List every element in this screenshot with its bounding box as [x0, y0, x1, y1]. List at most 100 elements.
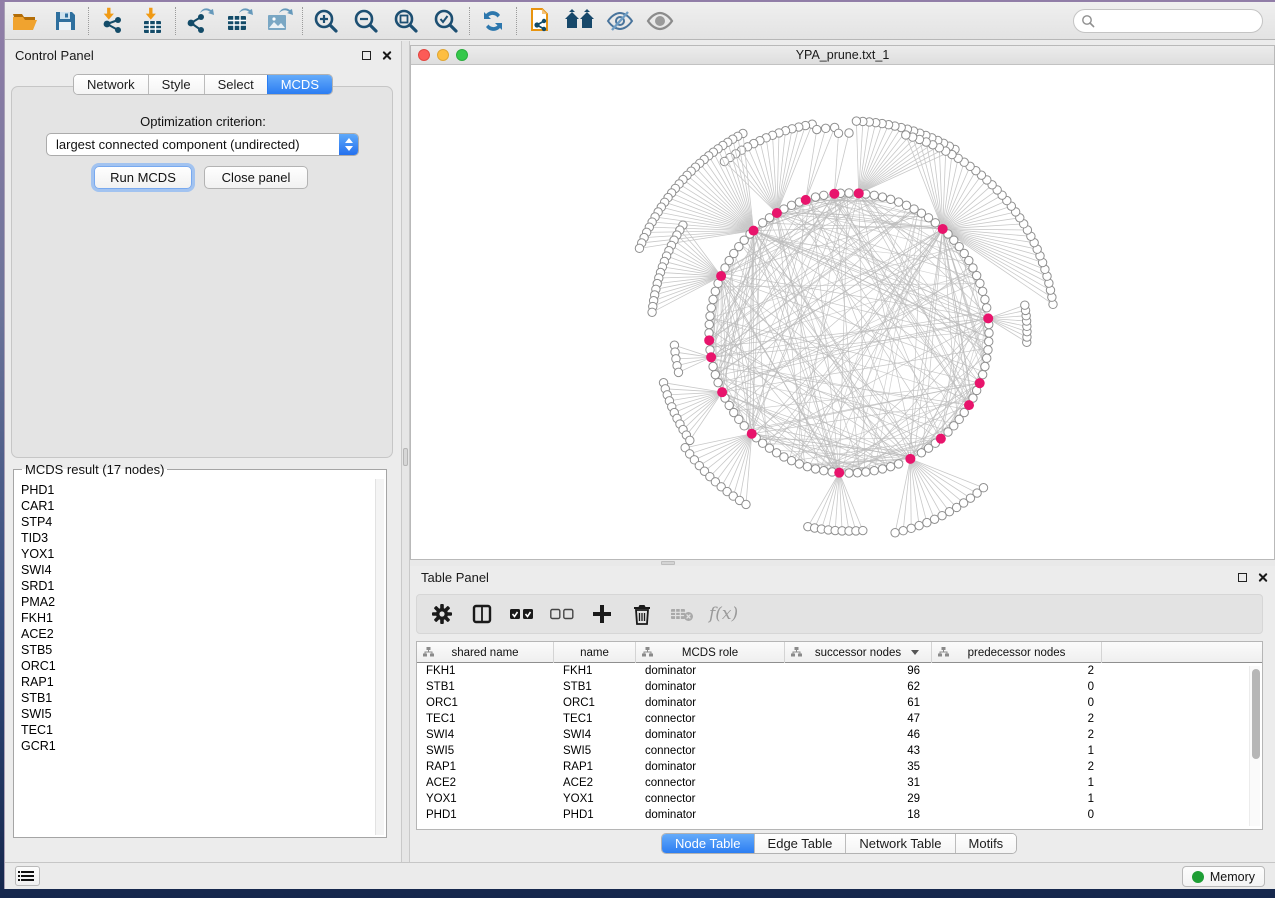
mcds-list-scrollbar[interactable]: [375, 479, 384, 835]
table-cell: YOX1: [417, 791, 554, 807]
column-header-mcds-role[interactable]: MCDS role: [636, 642, 785, 663]
hide-selected-eye-icon[interactable]: [600, 4, 640, 38]
table-cell: FKH1: [417, 663, 554, 679]
mcds-result-item[interactable]: TEC1: [21, 722, 374, 738]
table-row[interactable]: STB1STB1dominator620: [417, 679, 1262, 695]
deselect-all-checkboxes-icon[interactable]: [549, 601, 575, 627]
criterion-dropdown[interactable]: largest connected component (undirected): [46, 133, 359, 156]
open-file-icon[interactable]: [5, 4, 45, 38]
delete-table-icon[interactable]: [669, 601, 695, 627]
close-panel-icon[interactable]: [1257, 572, 1268, 583]
mcds-result-item[interactable]: ORC1: [21, 658, 374, 674]
table-row[interactable]: FKH1FKH1dominator962: [417, 663, 1262, 679]
mcds-result-item[interactable]: RAP1: [21, 674, 374, 690]
tab-motifs[interactable]: Motifs: [955, 834, 1017, 853]
column-header-predecessor-nodes[interactable]: predecessor nodes: [932, 642, 1102, 663]
table-row[interactable]: PHD1PHD1dominator180: [417, 807, 1262, 823]
search-box: [1073, 9, 1263, 33]
home-icon[interactable]: [560, 4, 600, 38]
zoom-fit-icon[interactable]: [386, 4, 426, 38]
select-all-checkboxes-icon[interactable]: [509, 601, 535, 627]
scrollbar-thumb[interactable]: [1252, 669, 1260, 759]
table-row[interactable]: ACE2ACE2connector311: [417, 775, 1262, 791]
mcds-result-item[interactable]: GCR1: [21, 738, 374, 754]
horizontal-splitter[interactable]: [410, 560, 1275, 566]
column-header-name[interactable]: name: [554, 642, 636, 663]
mcds-result-list[interactable]: PHD1CAR1STP4TID3YOX1SWI4SRD1PMA2FKH1ACE2…: [15, 479, 374, 835]
table-cell: 2: [932, 663, 1102, 679]
splitter-grab-handle[interactable]: [403, 448, 408, 466]
table-cell: SWI5: [554, 743, 636, 759]
column-header-successor-nodes[interactable]: successor nodes: [785, 642, 932, 663]
mcds-result-item[interactable]: SWI5: [21, 706, 374, 722]
zoom-selected-icon[interactable]: [426, 4, 466, 38]
mcds-result-item[interactable]: TID3: [21, 530, 374, 546]
network-view-window: YPA_prune.txt_1: [410, 45, 1275, 560]
table-row[interactable]: ORC1ORC1dominator610: [417, 695, 1262, 711]
tab-select[interactable]: Select: [204, 75, 267, 94]
tab-edge-table[interactable]: Edge Table: [754, 834, 846, 853]
function-builder-button[interactable]: f(x): [709, 604, 738, 624]
table-row[interactable]: TEC1TEC1connector472: [417, 711, 1262, 727]
export-network-icon[interactable]: [179, 4, 219, 38]
table-row[interactable]: RAP1RAP1dominator352: [417, 759, 1262, 775]
vertical-splitter[interactable]: [401, 41, 410, 862]
run-mcds-button[interactable]: Run MCDS: [94, 166, 192, 189]
export-table-icon[interactable]: [219, 4, 259, 38]
table-row[interactable]: SWI5SWI5connector431: [417, 743, 1262, 759]
add-column-icon[interactable]: [589, 601, 615, 627]
task-history-button[interactable]: [15, 866, 40, 886]
table-row[interactable]: YOX1YOX1connector291: [417, 791, 1262, 807]
tab-network-table[interactable]: Network Table: [845, 834, 954, 853]
optimization-criterion-label: Optimization criterion:: [5, 114, 401, 129]
table-cell: STB1: [417, 679, 554, 695]
tab-node-table[interactable]: Node Table: [662, 834, 754, 853]
mcds-result-item[interactable]: SRD1: [21, 578, 374, 594]
mcds-result-item[interactable]: PHD1: [21, 482, 374, 498]
table-cell: 29: [785, 791, 932, 807]
table-options-gear-icon[interactable]: [429, 601, 455, 627]
table-panel-title: Table Panel: [421, 570, 489, 585]
import-network-icon[interactable]: [92, 4, 132, 38]
mcds-result-item[interactable]: PMA2: [21, 594, 374, 610]
mcds-result-item[interactable]: SWI4: [21, 562, 374, 578]
float-panel-icon[interactable]: [362, 51, 371, 60]
list-icon: [21, 869, 34, 883]
memory-button[interactable]: Memory: [1182, 866, 1265, 887]
show-column-icon[interactable]: [469, 601, 495, 627]
table-cell: connector: [636, 791, 785, 807]
toolbar-separator: [516, 7, 517, 35]
zoom-out-icon[interactable]: [346, 4, 386, 38]
table-cell: connector: [636, 743, 785, 759]
network-canvas[interactable]: [411, 65, 1274, 559]
tab-mcds[interactable]: MCDS: [267, 75, 332, 94]
float-panel-icon[interactable]: [1238, 573, 1247, 582]
save-session-icon[interactable]: [45, 4, 85, 38]
refresh-layout-icon[interactable]: [473, 4, 513, 38]
import-table-icon[interactable]: [132, 4, 172, 38]
delete-column-trash-icon[interactable]: [629, 601, 655, 627]
table-cell: 18: [785, 807, 932, 823]
search-input[interactable]: [1095, 12, 1262, 30]
tab-style[interactable]: Style: [148, 75, 204, 94]
table-scrollbar[interactable]: [1249, 666, 1260, 826]
show-eye-icon[interactable]: [640, 4, 680, 38]
tab-network[interactable]: Network: [74, 75, 148, 94]
close-panel-button[interactable]: Close panel: [204, 166, 308, 189]
mcds-result-item[interactable]: ACE2: [21, 626, 374, 642]
mcds-result-item[interactable]: YOX1: [21, 546, 374, 562]
table-cell: 2: [932, 727, 1102, 743]
mcds-result-item[interactable]: FKH1: [21, 610, 374, 626]
mcds-result-item[interactable]: STP4: [21, 514, 374, 530]
zoom-in-icon[interactable]: [306, 4, 346, 38]
share-document-icon[interactable]: [520, 4, 560, 38]
export-image-icon[interactable]: [259, 4, 299, 38]
table-cell: 1: [932, 743, 1102, 759]
mcds-result-item[interactable]: CAR1: [21, 498, 374, 514]
mcds-result-item[interactable]: STB1: [21, 690, 374, 706]
splitter-grab-handle[interactable]: [661, 561, 675, 565]
mcds-result-item[interactable]: STB5: [21, 642, 374, 658]
table-row[interactable]: SWI4SWI4dominator462: [417, 727, 1262, 743]
column-header-shared-name[interactable]: shared name: [417, 642, 554, 663]
close-panel-icon[interactable]: [381, 50, 392, 61]
